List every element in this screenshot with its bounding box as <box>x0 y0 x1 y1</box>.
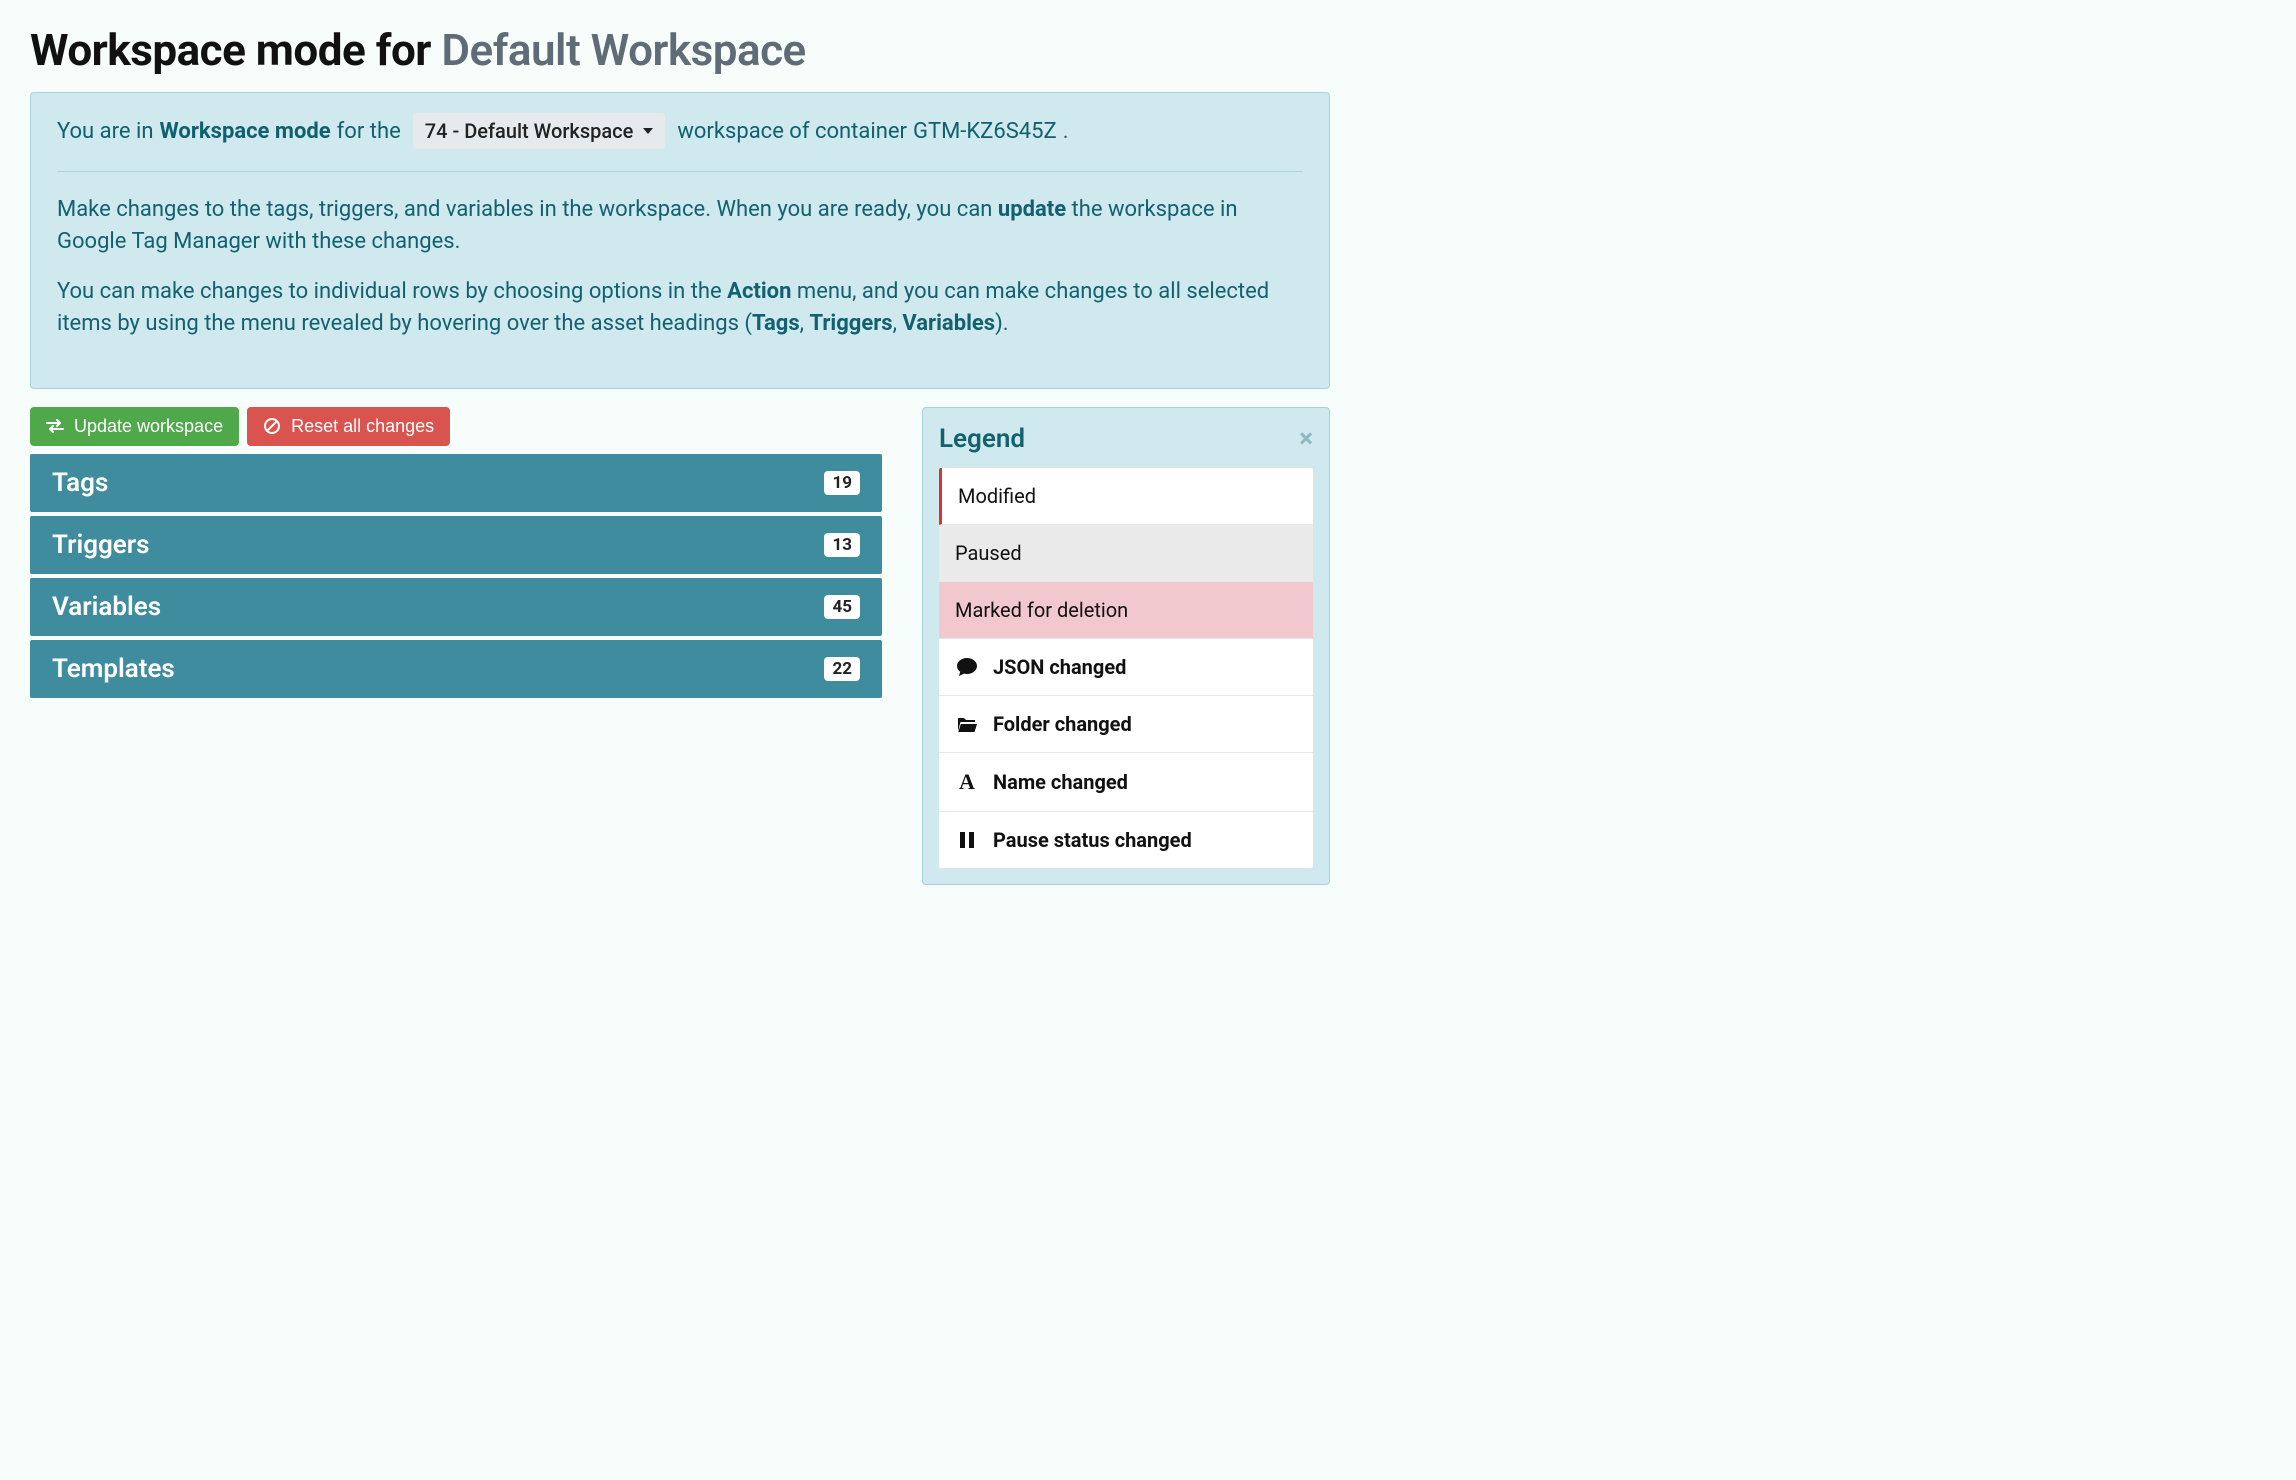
info-context-line: You are in Workspace mode for the 74 - D… <box>57 113 1303 149</box>
legend-item-label: Paused <box>955 541 1022 565</box>
legend-item-name-changed: A Name changed <box>939 753 1313 812</box>
info-divider <box>57 171 1303 172</box>
info-prefix: You are in <box>57 119 154 144</box>
legend-item-modified: Modified <box>939 468 1313 525</box>
legend-list: Modified Paused Marked for deletion JSON… <box>939 468 1313 868</box>
legend-item-label: Pause status changed <box>993 828 1192 852</box>
section-label: Templates <box>52 654 175 684</box>
page-title: Workspace mode for Default Workspace <box>30 24 1330 76</box>
folder-open-icon <box>955 715 979 733</box>
section-variables[interactable]: Variables 45 <box>30 578 882 636</box>
info-suffix-1: workspace of container <box>677 119 907 144</box>
legend-item-label: Name changed <box>993 770 1128 794</box>
font-a-icon: A <box>955 769 979 795</box>
pause-icon <box>955 830 979 850</box>
info-paragraph-2: You can make changes to individual rows … <box>57 276 1303 340</box>
reset-all-button[interactable]: Reset all changes <box>247 407 450 446</box>
ban-icon <box>263 417 281 435</box>
section-label: Variables <box>52 592 161 622</box>
section-label: Triggers <box>52 530 150 560</box>
section-triggers[interactable]: Triggers 13 <box>30 516 882 574</box>
section-label: Tags <box>52 468 108 498</box>
legend-panel: Legend × Modified Paused Marked for dele… <box>922 407 1330 885</box>
workspace-selector-label: 74 - Default Workspace <box>425 119 634 143</box>
section-count-badge: 22 <box>824 657 860 681</box>
info-suffix-2: . <box>1063 119 1069 144</box>
legend-item-folder-changed: Folder changed <box>939 696 1313 753</box>
update-workspace-button[interactable]: Update workspace <box>30 407 239 446</box>
section-count-badge: 13 <box>824 533 860 557</box>
info-mode-label: Workspace mode <box>160 119 331 144</box>
legend-item-marked-deletion: Marked for deletion <box>939 582 1313 639</box>
info-panel: You are in Workspace mode for the 74 - D… <box>30 92 1330 389</box>
title-workspace-name: Default Workspace <box>441 24 805 76</box>
section-count-badge: 45 <box>824 595 860 619</box>
section-templates[interactable]: Templates 22 <box>30 640 882 698</box>
section-tags[interactable]: Tags 19 <box>30 454 882 512</box>
legend-item-label: Modified <box>958 484 1036 508</box>
legend-item-label: Marked for deletion <box>955 598 1128 622</box>
legend-item-json-changed: JSON changed <box>939 639 1313 696</box>
chevron-down-icon <box>643 128 653 134</box>
action-button-row: Update workspace Reset all changes <box>30 407 882 446</box>
reset-all-label: Reset all changes <box>291 416 434 437</box>
legend-item-label: Folder changed <box>993 712 1132 736</box>
swap-icon <box>46 419 64 433</box>
info-container-id: GTM-KZ6S45Z <box>913 119 1057 144</box>
close-icon[interactable]: × <box>1299 426 1313 452</box>
workspace-selector[interactable]: 74 - Default Workspace <box>413 113 666 149</box>
legend-title: Legend <box>939 424 1025 454</box>
update-workspace-label: Update workspace <box>74 416 223 437</box>
legend-header: Legend × <box>939 424 1313 454</box>
title-prefix: Workspace mode for <box>30 24 441 76</box>
legend-item-label: JSON changed <box>993 655 1126 679</box>
speech-bubble-icon <box>955 657 979 677</box>
section-count-badge: 19 <box>824 471 860 495</box>
legend-item-paused: Paused <box>939 525 1313 582</box>
info-paragraph-1: Make changes to the tags, triggers, and … <box>57 194 1303 258</box>
info-for-the: for the <box>337 119 401 144</box>
legend-item-pause-status-changed: Pause status changed <box>939 812 1313 868</box>
